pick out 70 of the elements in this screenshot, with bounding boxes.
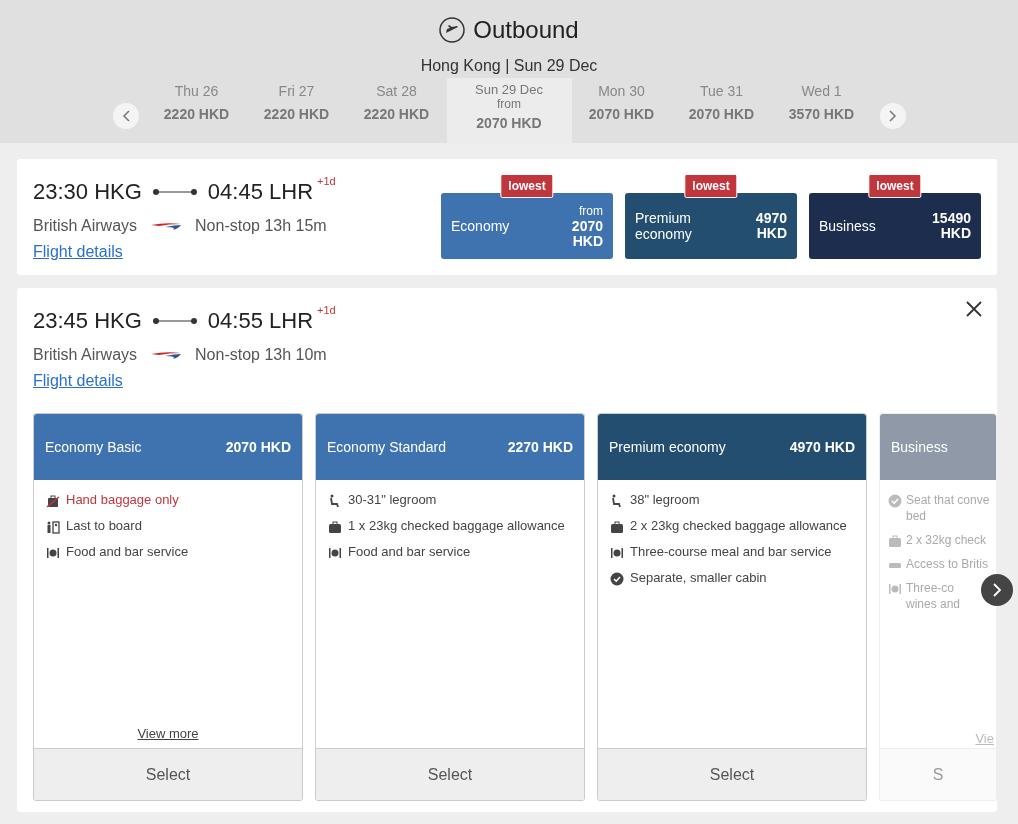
cutlery-icon — [610, 546, 624, 560]
feature-text: Food and bar service — [66, 544, 189, 560]
view-more-link[interactable]: View more — [137, 724, 199, 744]
check-circle-icon — [610, 572, 624, 586]
lowest-badge: lowest — [868, 174, 922, 198]
next-day-label: +1d — [317, 174, 336, 189]
route-subtitle: Hong Kong | Sun 29 Dec — [420, 56, 598, 76]
cutlery-icon — [46, 546, 60, 560]
date-tab[interactable]: Mon 30 2070 HKD — [571, 88, 672, 144]
feature-text: Hand baggage only — [66, 492, 179, 508]
feature-text: Food and bar service — [348, 544, 471, 560]
feature-text: 30-31" legroom — [348, 492, 437, 508]
check-circle-icon — [888, 494, 902, 508]
date-tab[interactable]: Sat 28 2220 HKD — [346, 88, 447, 144]
boarding-icon — [46, 520, 60, 534]
plane-takeoff-icon — [439, 17, 466, 43]
lowest-badge: lowest — [684, 174, 738, 198]
feature-text: Last to board — [66, 518, 142, 534]
no-baggage-icon — [46, 494, 60, 508]
cutlery-icon — [328, 546, 342, 560]
fare-button[interactable]: Business 15490 HKD — [809, 193, 981, 259]
arrival-time: 04:45 LHR — [207, 178, 314, 206]
fare-button[interactable]: Economy from 2070 HKD — [441, 193, 613, 259]
feature-text: Seat that conve bed — [906, 492, 990, 524]
departure-time: 23:45 HKG — [33, 307, 142, 335]
suitcase-icon — [888, 534, 902, 548]
feature-text: Three-co wines and — [906, 580, 961, 612]
close-button[interactable] — [965, 300, 983, 318]
close-icon — [965, 300, 983, 318]
feature-text: 1 x 23kg checked baggage allowance — [348, 518, 565, 534]
fare-option-header: Premium economy 4970 HKD — [598, 414, 866, 480]
feature-text: 2 x 32kg check — [906, 532, 987, 548]
chevron-right-icon — [992, 582, 1002, 598]
arrival-time: 04:55 LHR — [207, 307, 314, 335]
feature-text: Three-course meal and bar service — [630, 544, 832, 560]
route-line-icon — [151, 187, 198, 196]
route-line-icon — [151, 316, 198, 325]
fare-option-header: Economy Basic 2070 HKD — [34, 414, 302, 480]
seat-icon — [328, 494, 342, 508]
departure-time: 23:30 HKG — [33, 178, 142, 206]
flight-details-link[interactable]: Flight details — [33, 240, 123, 264]
flight-duration: Non-stop 13h 10m — [195, 345, 327, 365]
chevron-right-icon — [888, 110, 897, 122]
airline-name: British Airways — [33, 345, 138, 365]
scroll-right-button[interactable] — [981, 574, 1013, 606]
date-tab[interactable]: Tue 31 2070 HKD — [671, 88, 772, 144]
cutlery-icon — [888, 582, 902, 596]
feature-text: Access to Britis — [906, 556, 989, 572]
chevron-left-icon — [121, 110, 130, 122]
flight-duration: Non-stop 13h 15m — [195, 216, 327, 236]
lowest-badge: lowest — [500, 174, 554, 198]
airline-name: British Airways — [33, 216, 138, 236]
feature-text: 2 x 23kg checked baggage allowance — [630, 518, 847, 534]
flight-details-link[interactable]: Flight details — [33, 369, 123, 393]
date-tab[interactable]: Sun 29 Dec from 2070 HKD — [446, 78, 572, 144]
airline-logo-icon — [151, 351, 182, 359]
suitcase-icon — [328, 520, 342, 534]
page-title: Outbound — [473, 15, 579, 45]
feature-text: 38" legroom — [630, 492, 700, 508]
select-button[interactable]: Select — [34, 748, 302, 800]
fare-button[interactable]: Premium economy 4970 HKD — [625, 193, 797, 259]
seat-icon — [610, 494, 624, 508]
select-button[interactable]: Select — [316, 748, 584, 800]
feature-text: Separate, smaller cabin — [630, 570, 767, 586]
fare-option-header: Business — [880, 414, 996, 480]
next-day-label: +1d — [317, 303, 336, 318]
select-button[interactable]: Select — [598, 748, 866, 800]
suitcase-icon — [610, 520, 624, 534]
airline-logo-icon — [151, 222, 182, 230]
fare-option-header: Economy Standard 2270 HKD — [316, 414, 584, 480]
